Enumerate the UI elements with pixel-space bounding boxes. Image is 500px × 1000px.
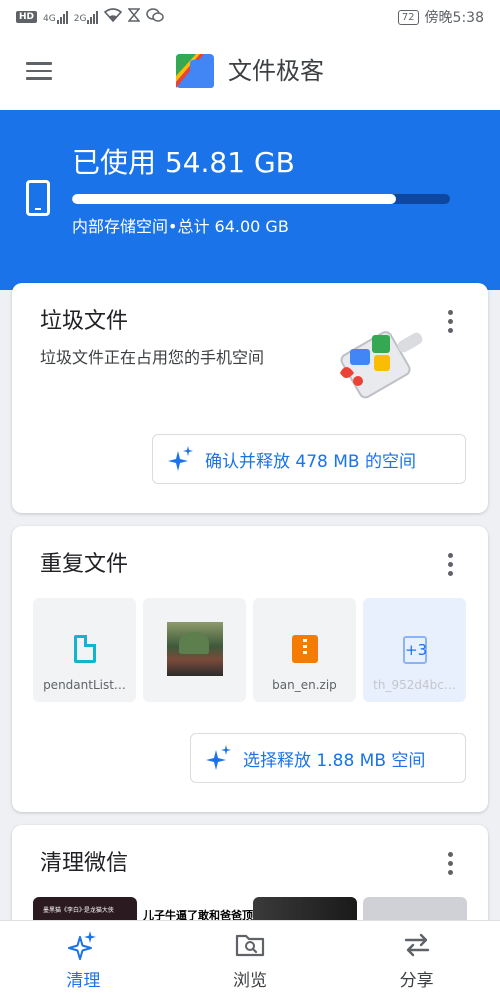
folder-search-icon <box>235 934 265 957</box>
more-options-icon[interactable] <box>440 307 460 335</box>
duplicate-files-card[interactable]: 重复文件 pendantList… ban_en.zip +3 th_952d4… <box>12 526 488 812</box>
storage-progress-bar <box>72 194 450 204</box>
sparkle-icon <box>68 931 97 960</box>
zip-icon <box>292 635 318 663</box>
sparkle-icon <box>168 446 193 471</box>
junk-files-card[interactable]: 垃圾文件 垃圾文件正在占用您的手机空间 确认并释放 478 MB 的空间 <box>12 283 488 513</box>
app-logo-icon <box>176 54 214 88</box>
duplicate-file-more[interactable]: +3 th_952d4bc… <box>363 598 466 702</box>
app-title: 文件极客 <box>228 57 324 85</box>
sparkle-icon <box>206 745 231 770</box>
more-options-icon[interactable] <box>440 550 460 578</box>
menu-icon[interactable] <box>26 62 52 82</box>
dustpan-illustration-icon <box>340 331 423 399</box>
nav-browse[interactable]: 浏览 <box>167 921 334 1000</box>
storage-progress-fill <box>72 194 396 204</box>
release-junk-label: 确认并释放 478 MB 的空间 <box>205 451 416 472</box>
phone-icon <box>26 180 50 216</box>
duplicate-file-item[interactable] <box>143 598 246 702</box>
signal-icon-sim1: 4G <box>43 10 68 24</box>
more-count-badge: +3 <box>403 636 427 664</box>
nav-clean[interactable]: 清理 <box>0 921 167 1000</box>
wifi-icon <box>104 8 123 26</box>
release-duplicates-label: 选择释放 1.88 MB 空间 <box>243 750 426 771</box>
document-icon <box>74 635 96 663</box>
image-thumbnail <box>167 622 223 676</box>
nav-share[interactable]: 分享 <box>333 921 500 1000</box>
duplicate-file-item[interactable]: pendantList… <box>33 598 136 702</box>
duplicate-files-title: 重复文件 <box>40 552 129 577</box>
storage-used-label: 已使用 54.81 GB <box>72 146 295 179</box>
file-name: ban_en.zip <box>272 678 337 692</box>
nav-share-label: 分享 <box>399 971 434 991</box>
storage-subtitle: 内部存储空间•总计 64.00 GB <box>72 217 289 236</box>
wechat-icon <box>146 8 165 26</box>
nav-browse-label: 浏览 <box>233 971 267 991</box>
storage-summary[interactable]: 已使用 54.81 GB 内部存储空间•总计 64.00 GB <box>0 110 500 290</box>
release-junk-button[interactable]: 确认并释放 478 MB 的空间 <box>152 434 466 484</box>
more-options-icon[interactable] <box>440 849 460 877</box>
swap-arrows-icon <box>404 933 429 957</box>
junk-files-title: 垃圾文件 <box>40 309 129 334</box>
file-name: th_952d4bc… <box>373 678 456 692</box>
battery-icon: 72 <box>397 9 419 25</box>
app-bar: 文件极客 <box>0 34 500 110</box>
bottom-navigation: 清理 浏览 分享 <box>0 920 500 1000</box>
network-type-sim2: 2G <box>73 13 87 24</box>
release-duplicates-button[interactable]: 选择释放 1.88 MB 空间 <box>190 733 466 783</box>
status-time: 傍晚5:38 <box>424 10 484 26</box>
wechat-clean-title: 清理微信 <box>40 851 129 876</box>
status-bar: HD 4G 2G 72 傍晚5:38 <box>0 0 500 34</box>
hourglass-icon <box>127 8 142 26</box>
junk-files-description: 垃圾文件正在占用您的手机空间 <box>40 348 265 367</box>
duplicate-file-item[interactable]: ban_en.zip <box>253 598 356 702</box>
signal-icon-sim2: 2G <box>73 10 99 24</box>
hd-badge: HD <box>16 11 38 23</box>
thumbnail-caption: 墨黑猫《李白》·是龙猫大侠 <box>43 907 114 914</box>
file-name: pendantList… <box>43 678 126 692</box>
network-type-sim1: 4G <box>43 13 56 24</box>
nav-clean-label: 清理 <box>66 971 101 991</box>
